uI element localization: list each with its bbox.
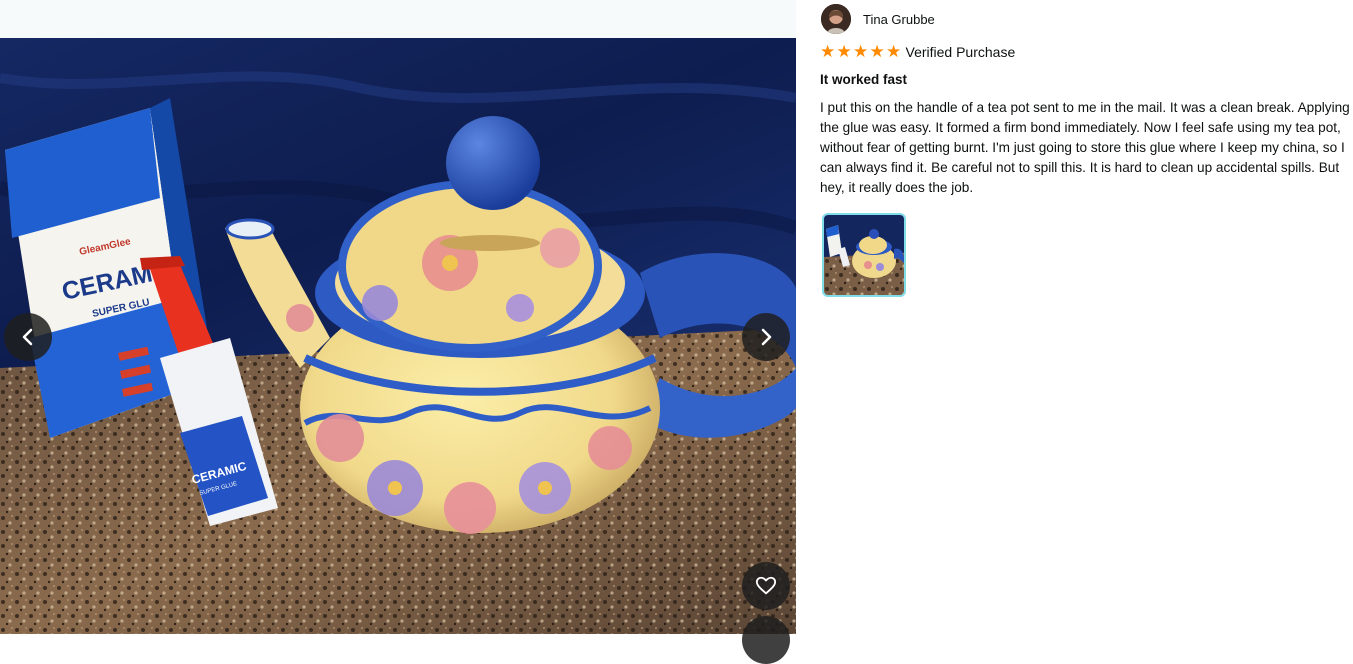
like-button[interactable] — [742, 562, 790, 610]
star-rating[interactable]: ★ ★ ★ ★ ★ — [820, 41, 903, 62]
review-image-thumbnail[interactable] — [822, 213, 906, 297]
star-icon: ★ — [886, 41, 902, 62]
heart-icon — [755, 576, 777, 595]
chevron-left-icon — [22, 328, 33, 346]
verified-purchase-badge: Verified Purchase — [905, 44, 1016, 60]
rating-row: ★ ★ ★ ★ ★ Verified Purchase — [820, 43, 1015, 61]
avatar[interactable] — [821, 4, 851, 34]
previous-image-button[interactable] — [4, 313, 52, 361]
chevron-right-icon — [761, 328, 772, 346]
star-icon: ★ — [820, 41, 836, 62]
share-button[interactable] — [742, 616, 790, 664]
review-title: It worked fast — [820, 72, 908, 87]
review-photo: GleamGlee CERAM SUPER GLU CERAMIC SUPER … — [0, 38, 796, 634]
review-body: I put this on the handle of a tea pot se… — [820, 100, 1350, 195]
next-image-button[interactable] — [742, 313, 790, 361]
star-icon: ★ — [836, 41, 852, 62]
star-icon: ★ — [853, 41, 869, 62]
reviewer-profile[interactable]: Tina Grubbe — [821, 4, 935, 34]
image-viewer-topbar — [0, 0, 796, 38]
star-icon: ★ — [869, 41, 885, 62]
reviewer-name[interactable]: Tina Grubbe — [863, 12, 935, 27]
